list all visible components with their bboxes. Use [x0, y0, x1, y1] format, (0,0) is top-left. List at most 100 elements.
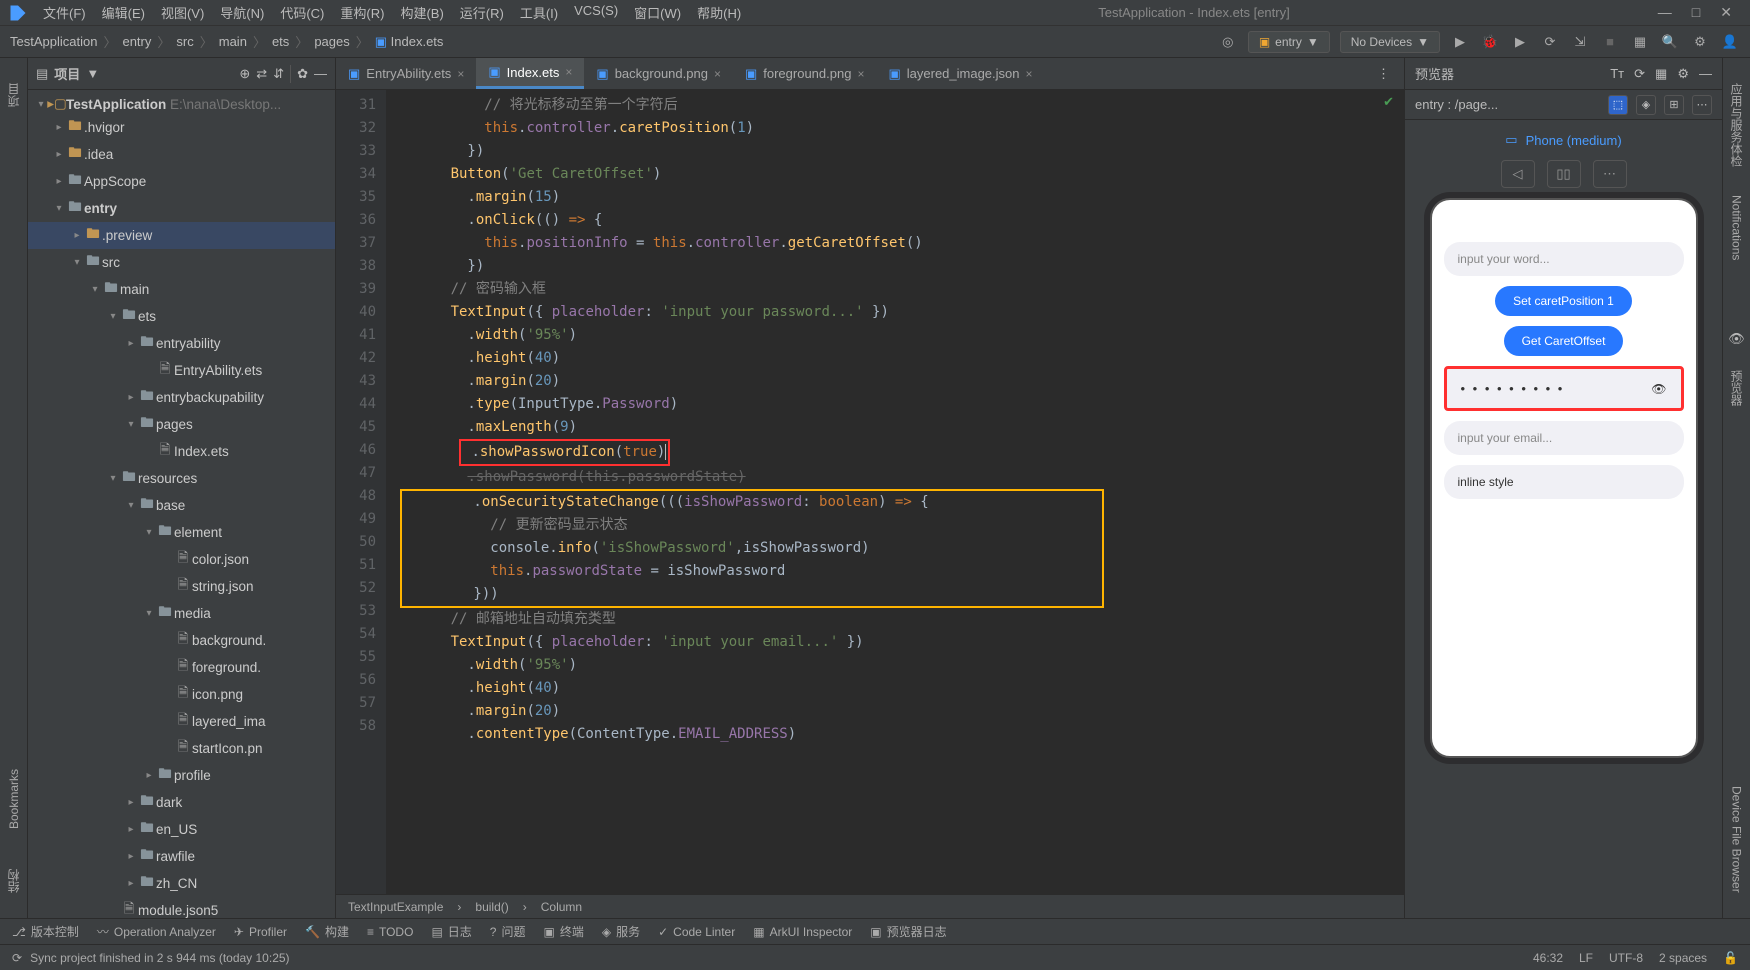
run-button[interactable]: ▶: [1450, 32, 1470, 52]
menu-item[interactable]: 代码(C): [273, 1, 331, 24]
menu-item[interactable]: 运行(R): [453, 1, 511, 24]
menu-item[interactable]: 视图(V): [154, 1, 211, 24]
tool-window-button[interactable]: ?问题: [490, 923, 526, 940]
tree-item[interactable]: ▾🖿pages: [28, 411, 335, 438]
breadcrumb-item[interactable]: pages: [314, 34, 349, 49]
caret-position[interactable]: 46:32: [1533, 951, 1563, 965]
breadcrumb[interactable]: TestApplication〉entry〉src〉main〉ets〉pages…: [10, 32, 443, 51]
tree-item[interactable]: ▸🖿.hvigor: [28, 114, 335, 141]
tool-window-button[interactable]: ▣预览器日志: [870, 923, 946, 940]
tree-item[interactable]: ▸🖿.preview: [28, 222, 335, 249]
notifications-tab[interactable]: Notifications: [1730, 190, 1744, 265]
structure-tab-button[interactable]: 结构: [5, 864, 22, 898]
tree-item[interactable]: 🗎Index.ets: [28, 438, 335, 465]
previewer-tab[interactable]: 预览器: [1728, 365, 1745, 411]
preview-input-inline[interactable]: inline style: [1444, 465, 1684, 499]
tool-window-button[interactable]: ▦ArkUI Inspector: [753, 925, 852, 939]
editor-tab[interactable]: ▣background.png×: [584, 60, 733, 88]
menu-item[interactable]: 重构(R): [333, 1, 391, 24]
tree-item[interactable]: ▾🖿src: [28, 249, 335, 276]
tree-item[interactable]: 🗎string.json: [28, 573, 335, 600]
menu-item[interactable]: 工具(I): [513, 1, 565, 24]
tool-window-button[interactable]: ⎇版本控制: [12, 923, 79, 940]
tree-item[interactable]: ▸🖿zh_CN: [28, 870, 335, 897]
menu-item[interactable]: 窗口(W): [627, 1, 688, 24]
tree-root[interactable]: ▾ ▸▢ TestApplication E:\nana\Desktop...: [28, 94, 335, 114]
tool-window-button[interactable]: 🔨构建: [305, 923, 349, 940]
tabs-more-icon[interactable]: ⋮: [1363, 66, 1404, 82]
dropdown-icon[interactable]: ▼: [86, 66, 99, 81]
stop-button[interactable]: ■: [1600, 32, 1620, 52]
maximize-button[interactable]: □: [1692, 4, 1700, 21]
tree-item[interactable]: ▾🖿main: [28, 276, 335, 303]
breadcrumb-item[interactable]: entry: [122, 34, 151, 49]
tree-item[interactable]: ▸🖿rawfile: [28, 843, 335, 870]
menu-item[interactable]: 文件(F): [36, 1, 93, 24]
tree-item[interactable]: ▸🖿AppScope: [28, 168, 335, 195]
tree-item[interactable]: ▾🖿ets: [28, 303, 335, 330]
tree-item[interactable]: ▾🖿resources: [28, 465, 335, 492]
tree-item[interactable]: 🗎EntryAbility.ets: [28, 357, 335, 384]
layers-icon[interactable]: ◈: [1636, 95, 1656, 115]
settings-icon[interactable]: ⚙: [1690, 32, 1710, 52]
code-content[interactable]: // 将光标移动至第一个字符后 this.controller.caretPos…: [386, 90, 1404, 894]
indent[interactable]: 2 spaces: [1659, 951, 1707, 965]
back-button[interactable]: ◁: [1501, 160, 1535, 188]
editor-tab[interactable]: ▣EntryAbility.ets×: [336, 60, 476, 88]
menu-item[interactable]: 构建(B): [393, 1, 450, 24]
text-size-icon[interactable]: Tᴛ: [1610, 66, 1624, 82]
settings-icon[interactable]: ⚙: [1677, 66, 1689, 82]
tree-item[interactable]: 🗎foreground.: [28, 654, 335, 681]
bookmarks-tab-button[interactable]: Bookmarks: [7, 764, 21, 834]
tree-item[interactable]: ▸🖿en_US: [28, 816, 335, 843]
expand-icon[interactable]: ⇄: [256, 66, 267, 82]
profile-button[interactable]: ⟳: [1540, 32, 1560, 52]
preview-input-word[interactable]: input your word...: [1444, 242, 1684, 276]
layout-button[interactable]: ▦: [1630, 32, 1650, 52]
run-config-dropdown[interactable]: ▣entry▼: [1248, 31, 1330, 53]
tree-item[interactable]: ▸🖿.idea: [28, 141, 335, 168]
menu-item[interactable]: 导航(N): [213, 1, 271, 24]
search-icon[interactable]: 🔍: [1660, 32, 1680, 52]
breadcrumb-item[interactable]: src: [176, 34, 193, 49]
menu-item[interactable]: 帮助(H): [690, 1, 748, 24]
tree-item[interactable]: 🗎icon.png: [28, 681, 335, 708]
attach-button[interactable]: ⇲: [1570, 32, 1590, 52]
locate-icon[interactable]: ⊕: [239, 66, 250, 82]
readonly-icon[interactable]: 🔓: [1723, 951, 1738, 965]
avatar-icon[interactable]: 👤: [1720, 32, 1740, 52]
breadcrumb-item[interactable]: ets: [272, 34, 289, 49]
eye-icon[interactable]: 👁: [1728, 331, 1745, 347]
eye-off-icon[interactable]: 👁: [1651, 382, 1666, 396]
minimize-icon[interactable]: —: [1699, 66, 1712, 82]
tool-window-button[interactable]: ▣终端: [544, 923, 584, 940]
tree-item[interactable]: ▸🖿entryability: [28, 330, 335, 357]
tree-item[interactable]: ▾🖿media: [28, 600, 335, 627]
minimize-button[interactable]: —: [1658, 4, 1672, 21]
health-tab[interactable]: 应用与服务体检: [1728, 78, 1745, 172]
grid-icon[interactable]: ▦: [1655, 66, 1667, 82]
rotate-button[interactable]: ▯▯: [1547, 160, 1581, 188]
tool-window-button[interactable]: ✈Profiler: [234, 925, 287, 939]
coverage-button[interactable]: ▶: [1510, 32, 1530, 52]
debug-button[interactable]: 🐞: [1480, 32, 1500, 52]
editor-tab[interactable]: ▣Index.ets×: [476, 58, 584, 89]
menu-item[interactable]: VCS(S): [567, 1, 625, 24]
gear-icon[interactable]: ✿: [297, 66, 308, 82]
encoding[interactable]: UTF-8: [1609, 951, 1643, 965]
editor-tab[interactable]: ▣layered_image.json×: [876, 60, 1044, 88]
tree-item[interactable]: ▸🖿profile: [28, 762, 335, 789]
collapse-icon[interactable]: ⇵: [273, 66, 284, 82]
breadcrumb-item[interactable]: TestApplication: [10, 34, 97, 49]
editor-tab[interactable]: ▣foreground.png×: [733, 60, 877, 88]
breadcrumb-item[interactable]: ▣ Index.ets: [375, 34, 444, 50]
preview-input-password[interactable]: • • • • • • • • • 👁: [1444, 366, 1684, 411]
tool-window-button[interactable]: ✓Code Linter: [658, 925, 735, 939]
more-icon[interactable]: ⋯: [1692, 95, 1712, 115]
grid2-icon[interactable]: ⊞: [1664, 95, 1684, 115]
tree-item[interactable]: 🗎background.: [28, 627, 335, 654]
hide-icon[interactable]: —: [314, 66, 327, 81]
tree-item[interactable]: ▾🖿entry: [28, 195, 335, 222]
project-tab-button[interactable]: 项目: [5, 78, 22, 112]
tool-window-button[interactable]: ◈服务: [602, 923, 640, 940]
